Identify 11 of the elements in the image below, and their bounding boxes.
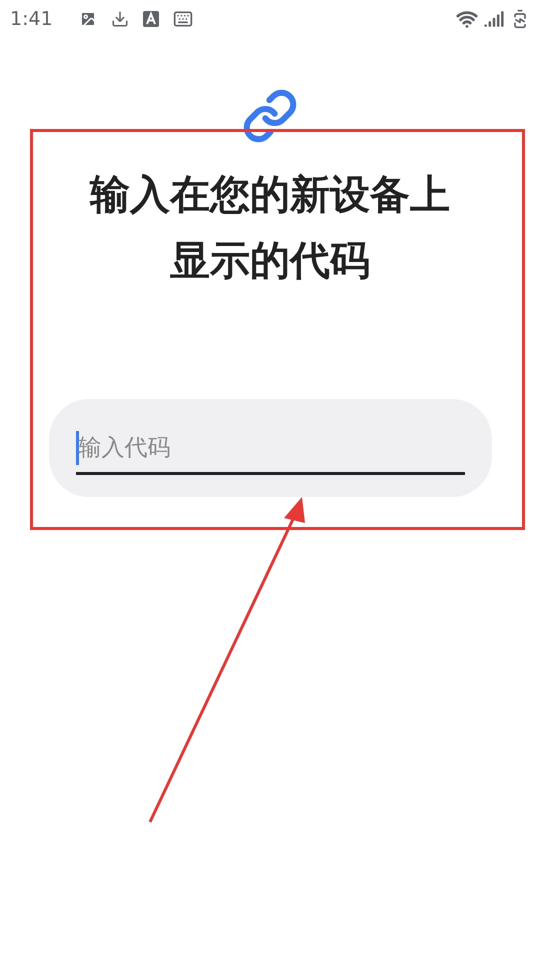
wifi-icon xyxy=(456,8,478,30)
page-title: 输入在您的新设备上显示的代码 xyxy=(88,171,451,286)
signal-icon xyxy=(484,9,504,29)
code-field[interactable]: 输入代码 xyxy=(48,399,492,497)
text-cursor xyxy=(76,431,78,465)
link-icon xyxy=(242,88,298,144)
keyboard-icon xyxy=(172,9,193,29)
font-icon xyxy=(142,11,159,27)
download-icon xyxy=(110,10,129,28)
status-time: 1:41 xyxy=(10,6,53,32)
code-input-field[interactable]: 输入代码 xyxy=(76,431,464,466)
